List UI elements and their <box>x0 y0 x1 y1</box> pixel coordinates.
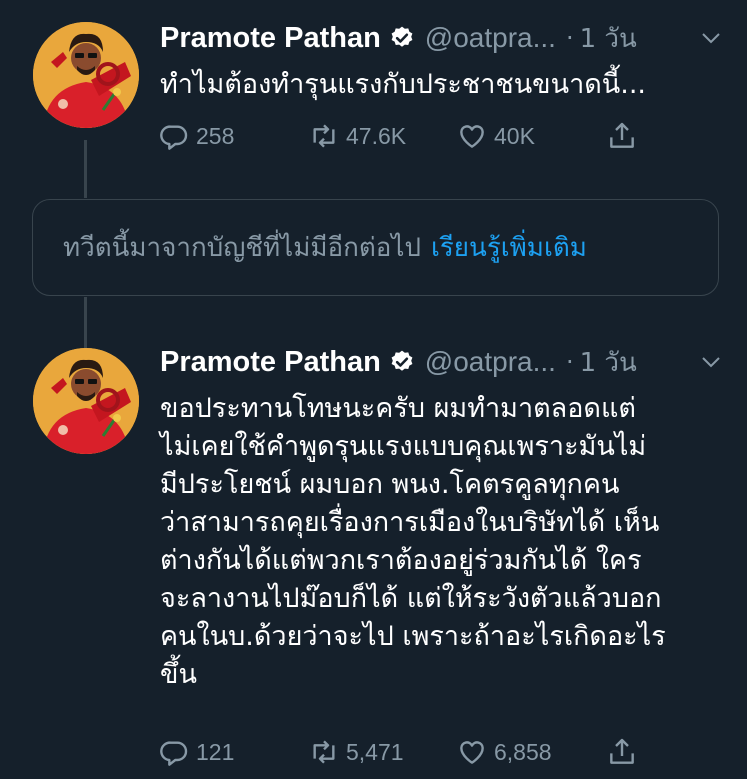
chevron-down-icon[interactable] <box>699 26 723 50</box>
retweet-icon <box>313 124 335 148</box>
tweet[interactable]: Pramote Pathan @oatpra... · 1 วัน ขอประท… <box>0 342 747 779</box>
tweet-actions: 258 47.6K 40K <box>158 118 658 154</box>
reply-icon <box>160 125 188 150</box>
display-name[interactable]: Pramote Pathan <box>160 22 381 55</box>
avatar[interactable] <box>33 22 139 128</box>
verified-badge-icon <box>389 349 415 375</box>
like-count: 40K <box>494 122 535 149</box>
reply-count: 121 <box>196 738 235 765</box>
tweet-header: Pramote Pathan @oatpra... · 1 วัน <box>160 342 727 382</box>
share-icon <box>610 738 634 764</box>
heart-icon <box>460 125 484 148</box>
learn-more-link[interactable]: เรียนรู้เพิ่มเติม <box>431 227 587 268</box>
share-button[interactable] <box>606 734 638 770</box>
tweet[interactable]: Pramote Pathan @oatpra... · 1 วัน ทำไมต้… <box>0 18 747 168</box>
retweet-count: 5,471 <box>346 738 404 765</box>
chevron-down-icon[interactable] <box>699 350 723 374</box>
reply-count: 258 <box>196 122 235 149</box>
separator-dot: · <box>565 348 574 376</box>
like-button[interactable]: 40K <box>456 118 535 154</box>
tweet-header: Pramote Pathan @oatpra... · 1 วัน <box>160 18 727 58</box>
handle[interactable]: @oatpra... <box>425 22 556 54</box>
heart-icon <box>460 741 484 764</box>
share-button[interactable] <box>606 118 638 154</box>
reply-button[interactable]: 258 <box>158 118 234 154</box>
timestamp[interactable]: 1 วัน <box>580 18 637 59</box>
tweet-text: ขอประทานโทษนะครับ ผมทำมาตลอดแต่ ไม่เคยใช… <box>160 393 666 690</box>
share-icon <box>610 122 634 148</box>
display-name[interactable]: Pramote Pathan <box>160 346 381 379</box>
retweet-icon <box>313 740 335 764</box>
verified-badge-icon <box>389 25 415 51</box>
notice-text: ทวีตนี้มาจากบัญชีที่ไม่มีอีกต่อไป <box>63 233 421 263</box>
like-count: 6,858 <box>494 738 552 765</box>
reply-icon <box>160 741 188 766</box>
retweet-button[interactable]: 47.6K <box>308 118 406 154</box>
handle[interactable]: @oatpra... <box>425 346 556 378</box>
reply-button[interactable]: 121 <box>158 734 234 770</box>
avatar[interactable] <box>33 348 139 454</box>
retweet-count: 47.6K <box>346 122 407 149</box>
like-button[interactable]: 6,858 <box>456 734 552 770</box>
tweet-actions: 121 5,471 6,858 <box>158 734 658 770</box>
timestamp[interactable]: 1 วัน <box>580 342 637 383</box>
retweet-button[interactable]: 5,471 <box>308 734 404 770</box>
tweet-text: ทำไมต้องทำรุนแรงกับประชาชนขนาดนี้... <box>160 69 646 100</box>
unavailable-tweet-notice: ทวีตนี้มาจากบัญชีที่ไม่มีอีกต่อไป เรียนร… <box>32 199 719 296</box>
separator-dot: · <box>565 24 574 52</box>
tweet-thread: Pramote Pathan @oatpra... · 1 วัน ทำไมต้… <box>0 0 747 779</box>
